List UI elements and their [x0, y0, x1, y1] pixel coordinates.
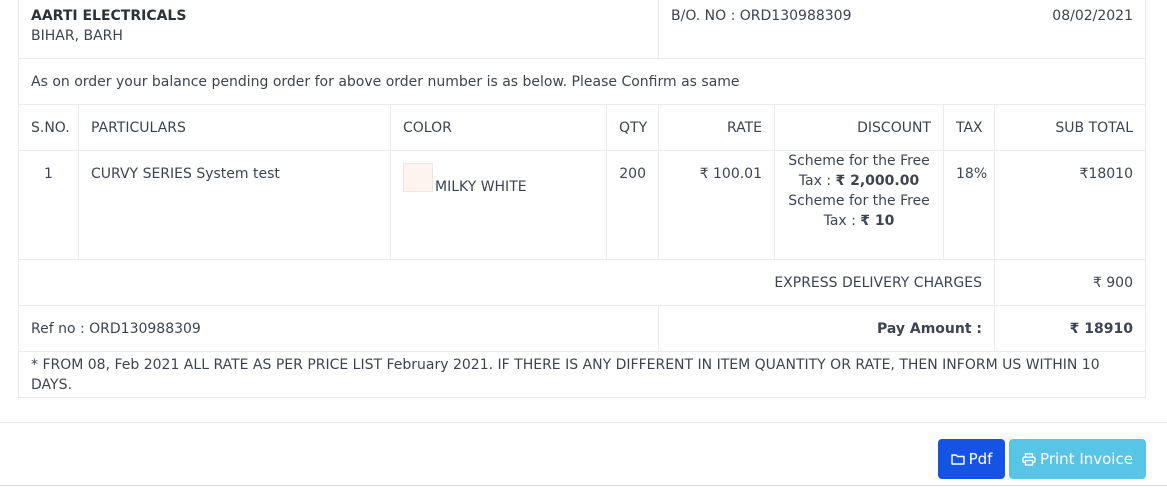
notice-text: As on order your balance pending order f… [18, 58, 1146, 105]
print-invoice-button[interactable]: Print Invoice [1009, 439, 1146, 479]
item-tax: 18% [943, 150, 995, 260]
discount-amount: ₹ 2,000.00 [835, 173, 920, 189]
ref-number: Ref no : ORD130988309 [18, 305, 659, 352]
action-bar: Pdf Print Invoice [0, 422, 1167, 486]
color-swatch [403, 163, 433, 192]
col-header-discount: DISCOUNT [774, 104, 944, 151]
order-date: 08/02/2021 [1052, 8, 1133, 24]
pay-row: Ref no : ORD130988309 Pay Amount : ₹ 189… [18, 305, 1146, 352]
company-location: BIHAR, BARH [31, 28, 123, 44]
bo-number: B/O. NO : ORD130988309 [671, 8, 852, 24]
col-header-subtotal: SUB TOTAL [994, 104, 1146, 151]
header-row: AARTI ELECTRICALS BIHAR, BARH B/O. NO : … [18, 0, 1146, 59]
col-header-color: COLOR [390, 104, 607, 151]
col-header-sno: S.NO. [18, 104, 79, 151]
discount-tax-line: Tax : ₹ 2,000.00 [787, 171, 931, 191]
notice-row: As on order your balance pending order f… [18, 58, 1146, 105]
col-header-rate: RATE [658, 104, 775, 151]
column-header-row: S.NO. PARTICULARS COLOR QTY RATE DISCOUN… [18, 104, 1146, 151]
express-value: ₹ 900 [994, 259, 1146, 306]
pdf-button-label: Pdf [968, 450, 993, 468]
item-sno: 1 [18, 150, 79, 260]
discount-tax-label: Tax : [823, 213, 861, 229]
item-discount: Scheme for the Free Tax : ₹ 2,000.00 Sch… [774, 150, 944, 260]
col-header-qty: QTY [606, 104, 659, 151]
item-color: MILKY WHITE [390, 150, 607, 260]
pdf-button[interactable]: Pdf [938, 439, 1005, 479]
item-particulars: CURVY SERIES System test [78, 150, 391, 260]
discount-scheme: Scheme for the Free [788, 193, 930, 209]
discount-scheme: Scheme for the Free [788, 153, 930, 169]
express-label: EXPRESS DELIVERY CHARGES [18, 259, 995, 306]
invoice-table: AARTI ELECTRICALS BIHAR, BARH B/O. NO : … [18, 0, 1146, 398]
item-color-name: MILKY WHITE [435, 179, 527, 195]
item-rate: ₹ 100.01 [658, 150, 775, 260]
print-invoice-button-label: Print Invoice [1040, 450, 1133, 468]
item-subtotal: ₹18010 [994, 150, 1146, 260]
col-header-particulars: PARTICULARS [78, 104, 391, 151]
pay-amount-label: Pay Amount : [658, 305, 995, 352]
express-row: EXPRESS DELIVERY CHARGES ₹ 900 [18, 259, 1146, 306]
order-info: B/O. NO : ORD130988309 08/02/2021 [658, 0, 1146, 59]
printer-icon [1022, 452, 1036, 466]
company-name: AARTI ELECTRICALS [31, 8, 187, 24]
footer-note: * FROM 08, Feb 2021 ALL RATE AS PER PRIC… [18, 351, 1146, 398]
discount-amount: ₹ 10 [860, 213, 895, 229]
item-qty: 200 [606, 150, 659, 260]
col-header-tax: TAX [943, 104, 995, 151]
discount-tax-label: Tax : [798, 173, 836, 189]
footer-note-row: * FROM 08, Feb 2021 ALL RATE AS PER PRIC… [18, 351, 1146, 398]
pay-amount-value: ₹ 18910 [994, 305, 1146, 352]
discount-tax-line: Tax : ₹ 10 [787, 211, 931, 231]
table-row: 1 CURVY SERIES System test MILKY WHITE 2… [18, 150, 1146, 260]
folder-icon [950, 453, 965, 465]
company-info: AARTI ELECTRICALS BIHAR, BARH [18, 0, 659, 59]
